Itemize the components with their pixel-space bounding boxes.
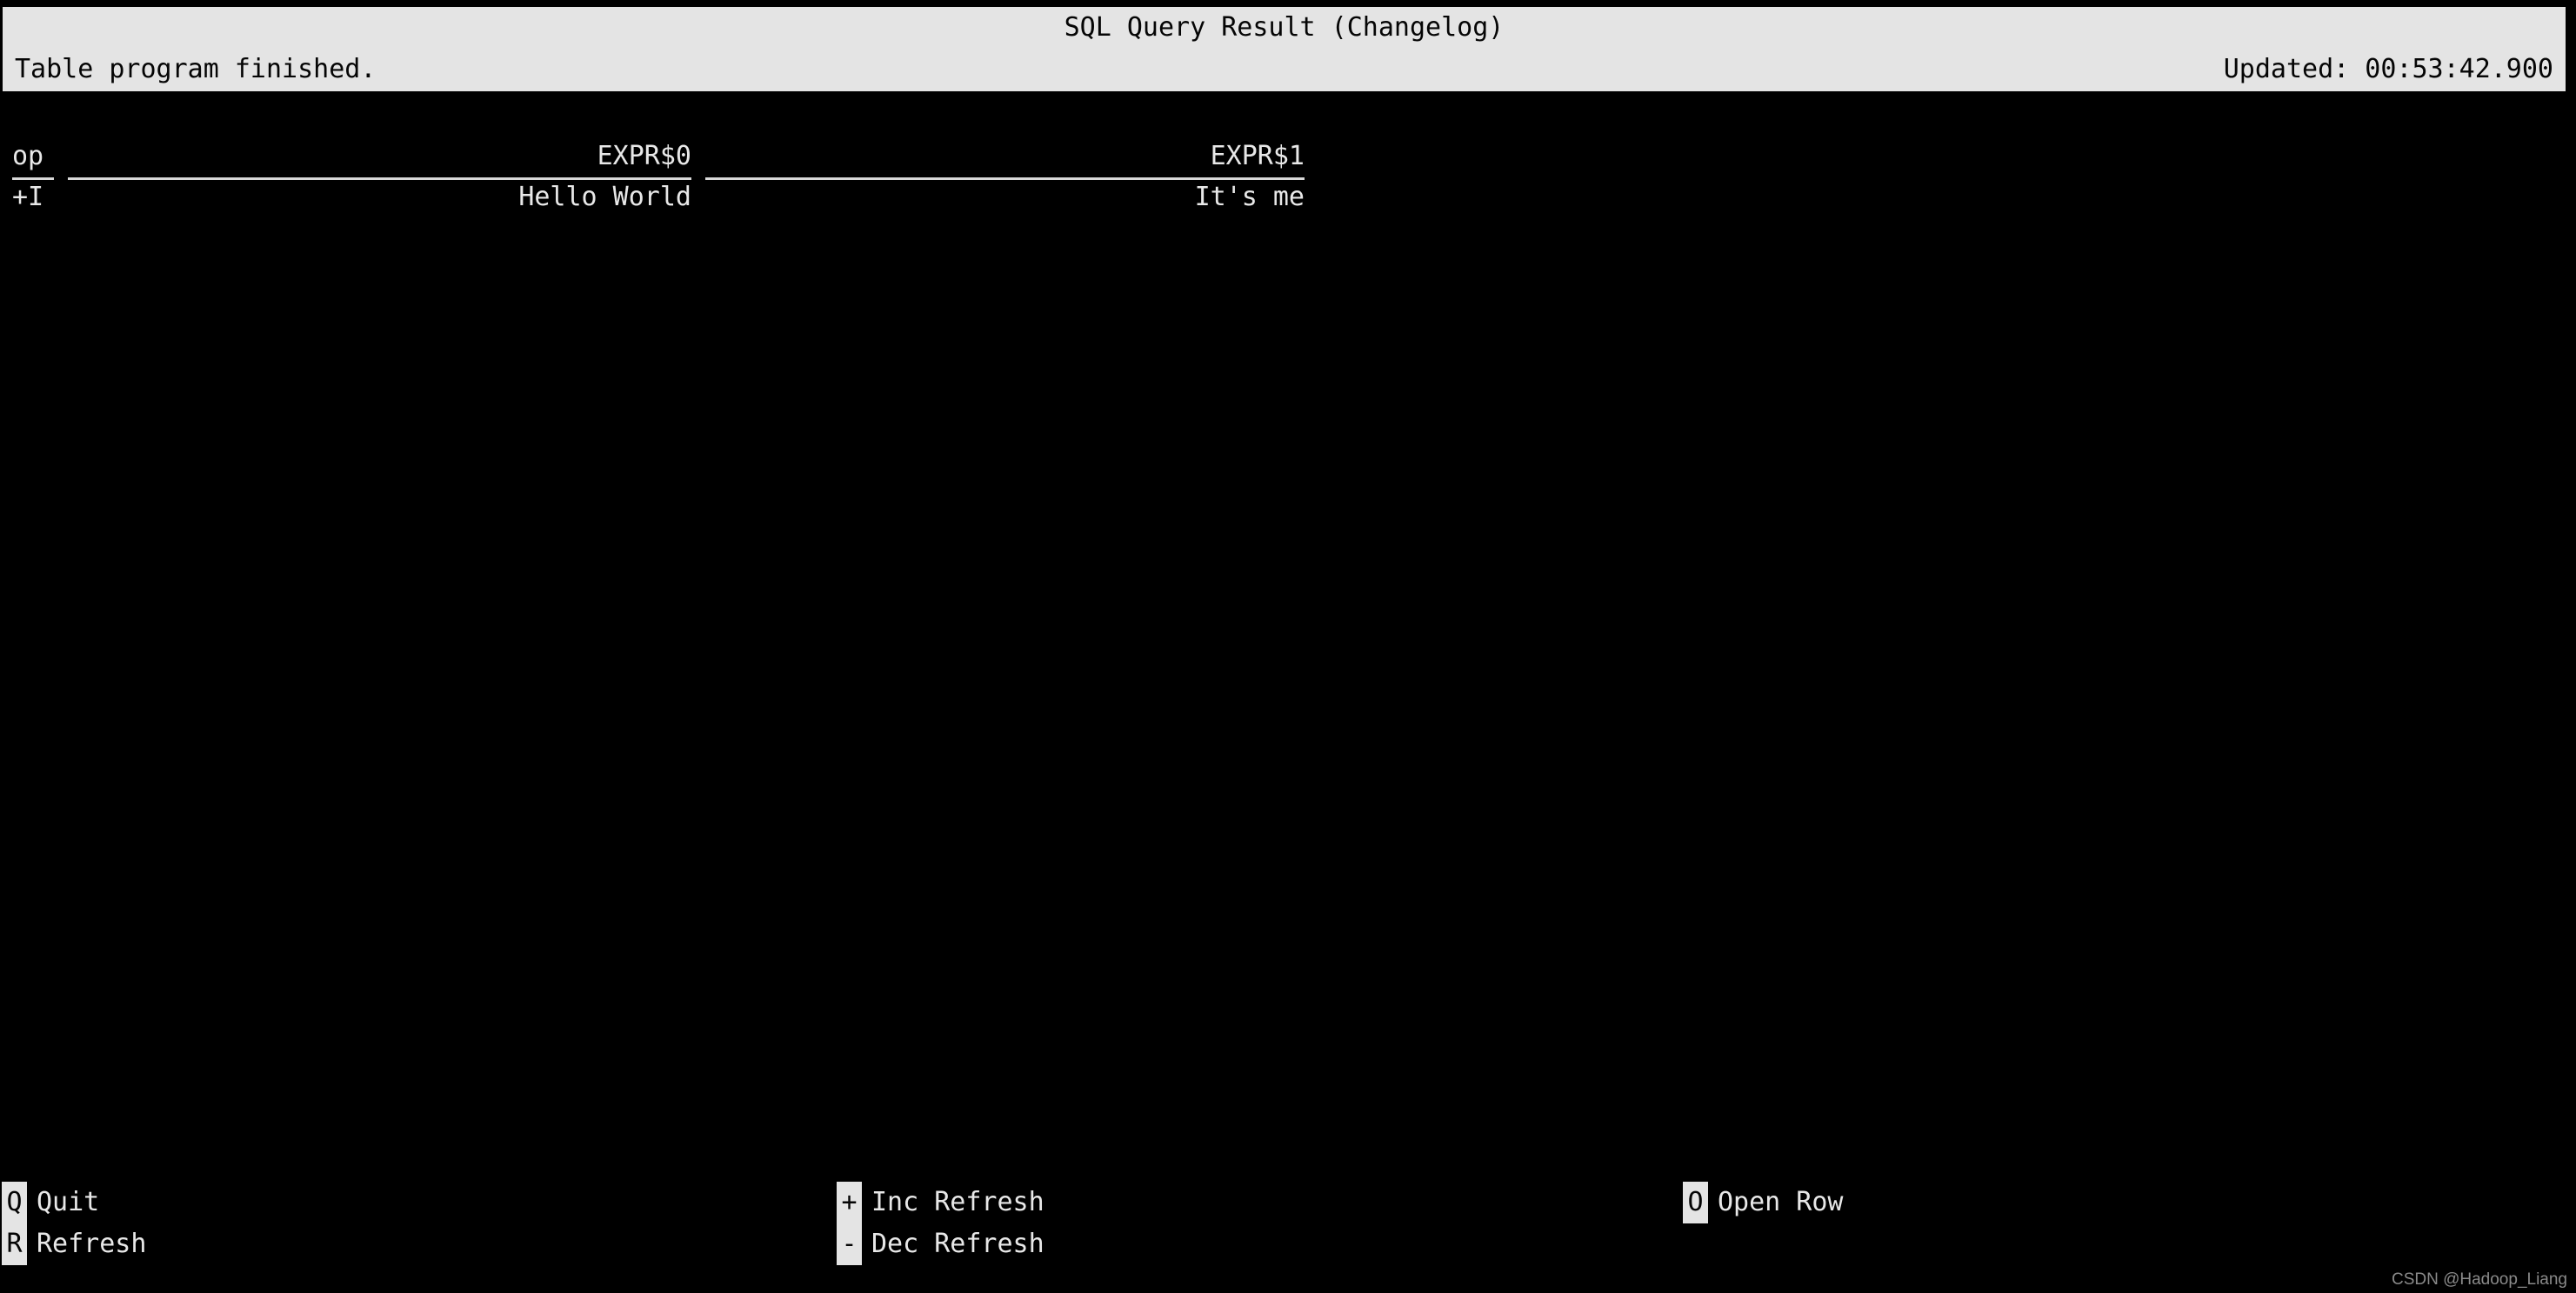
key-badge-quit[interactable]: Q xyxy=(2,1182,27,1223)
updated-timestamp: Updated: 00:53:42.900 xyxy=(2223,54,2553,84)
column-header-expr1[interactable]: EXPR$1 xyxy=(705,139,1305,180)
key-label-refresh[interactable]: Refresh xyxy=(37,1223,146,1265)
key-badge-inc-refresh[interactable]: + xyxy=(837,1182,862,1223)
key-badge-open-row[interactable]: O xyxy=(1683,1182,1708,1223)
header-bar: SQL Query Result (Changelog) Table progr… xyxy=(3,7,2566,91)
cell-expr1: It's me xyxy=(1194,182,1305,212)
footer-key-bar: Q R Quit Refresh + - Inc Refresh Dec Ref… xyxy=(0,1182,2576,1265)
table-row[interactable]: +I Hello World It's me xyxy=(0,180,2576,221)
watermark: CSDN @Hadoop_Liang xyxy=(2391,1270,2567,1289)
column-header-expr0[interactable]: EXPR$0 xyxy=(68,139,691,180)
results-table: op EXPR$0 EXPR$1 +I Hello World It's me xyxy=(0,139,2576,221)
key-label-open-row[interactable]: Open Row xyxy=(1718,1182,1844,1223)
table-header-row: op EXPR$0 EXPR$1 xyxy=(0,139,2576,180)
key-badge-dec-refresh[interactable]: - xyxy=(837,1223,862,1265)
cell-expr0: Hello World xyxy=(518,182,691,212)
key-label-quit[interactable]: Quit xyxy=(37,1182,99,1223)
key-badge-refresh[interactable]: R xyxy=(2,1223,27,1265)
column-header-op[interactable]: op xyxy=(12,139,54,180)
window-title: SQL Query Result (Changelog) xyxy=(1064,12,1505,43)
key-label-dec-refresh[interactable]: Dec Refresh xyxy=(871,1223,1044,1265)
key-badge-column: Q R xyxy=(2,1182,27,1265)
key-badge-column: + - xyxy=(837,1182,862,1265)
key-label-inc-refresh[interactable]: Inc Refresh xyxy=(871,1182,1044,1223)
status-message: Table program finished. xyxy=(15,54,377,84)
header-title-line: SQL Query Result (Changelog) xyxy=(3,7,2566,49)
key-badge-column: O xyxy=(1683,1182,1708,1223)
header-status-line: Table program finished. Updated: 00:53:4… xyxy=(3,49,2566,90)
cell-op: +I xyxy=(12,182,44,212)
